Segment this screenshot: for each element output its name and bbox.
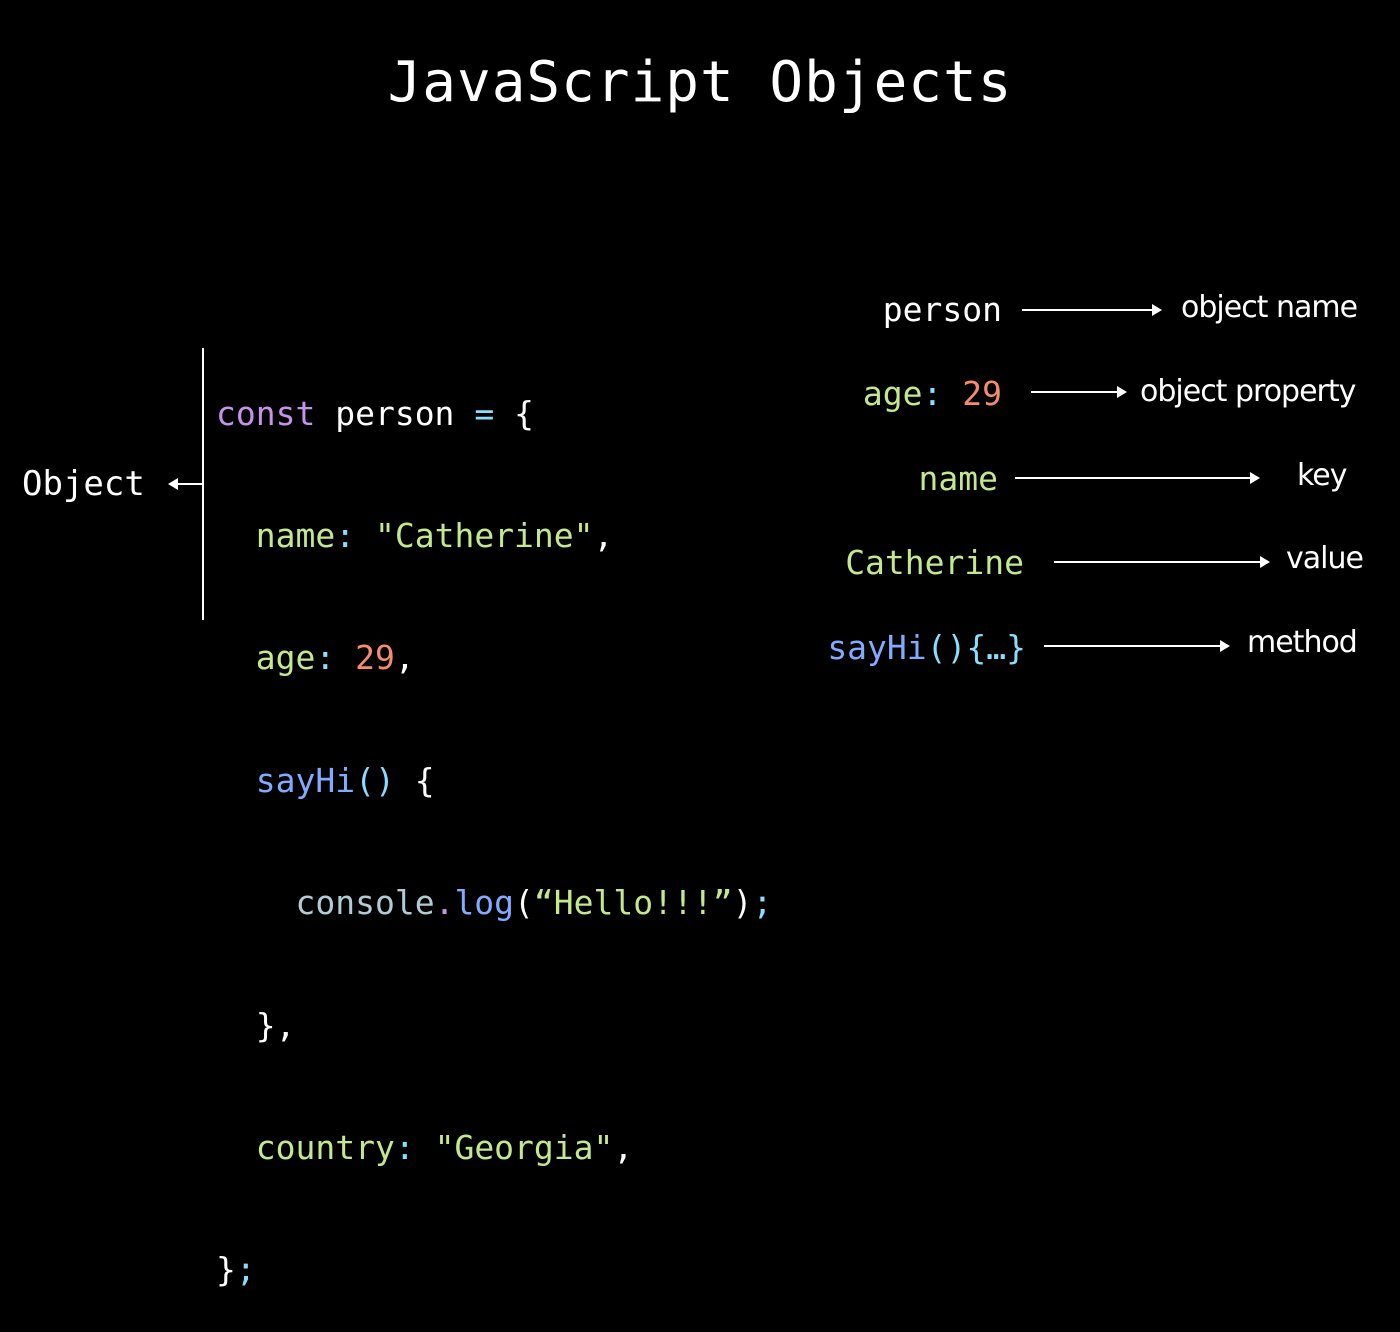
- string-value: "Catherine": [374, 515, 594, 555]
- legend-term-age: age: 29: [863, 372, 1002, 416]
- property-key: age: [255, 638, 316, 678]
- object-bracket: [202, 348, 204, 620]
- code-line-6: },: [216, 1006, 772, 1047]
- left-arrow-icon: [168, 478, 202, 490]
- code-block: const person = { name: "Catherine", age:…: [216, 312, 772, 1332]
- object-label: Object: [22, 464, 145, 504]
- legend-term-person: person: [882, 290, 1002, 329]
- code-line-4: sayHi() {: [216, 761, 772, 802]
- legend-term-catherine: Catherine: [845, 543, 1024, 582]
- right-arrow-icon: [1054, 556, 1270, 568]
- number-value: 29: [355, 638, 395, 678]
- keyword-const: const: [216, 393, 316, 433]
- code-line-2: name: "Catherine",: [216, 516, 772, 557]
- semicolon: ;: [752, 883, 773, 923]
- close-brace-comma: },: [255, 1005, 296, 1045]
- legend-desc-key: key: [1297, 458, 1348, 493]
- colon: :: [335, 515, 356, 555]
- code-line-3: age: 29,: [216, 638, 772, 679]
- method-parens: (): [355, 760, 395, 800]
- legend-method-name: sayHi: [827, 628, 927, 667]
- legend-term-name: name: [918, 459, 998, 498]
- close-paren: ): [732, 883, 753, 923]
- right-arrow-icon: [1031, 386, 1127, 398]
- close-brace: }: [216, 1250, 236, 1290]
- open-brace: {: [414, 760, 435, 800]
- page-title: JavaScript Objects: [387, 50, 1013, 115]
- comma: ,: [593, 515, 614, 555]
- console-object: console: [295, 883, 435, 923]
- right-arrow-icon: [1022, 304, 1162, 316]
- method-name: sayHi: [255, 760, 356, 800]
- log-method: log: [454, 883, 515, 923]
- legend-age-value: 29: [962, 374, 1002, 413]
- assign-operator: =: [474, 393, 495, 433]
- property-key: name: [255, 515, 336, 555]
- colon: :: [315, 638, 336, 678]
- open-paren: (: [514, 883, 534, 923]
- dot-operator: .: [434, 883, 455, 923]
- variable-name: person: [335, 393, 455, 433]
- legend-desc-object-name: object name: [1181, 290, 1358, 325]
- string-value: "Georgia": [434, 1127, 614, 1167]
- code-line-7: country: "Georgia",: [216, 1128, 772, 1169]
- code-line-1: const person = {: [216, 394, 772, 435]
- code-line-8: };: [216, 1250, 772, 1291]
- comma: ,: [394, 638, 415, 678]
- string-argument: “Hello!!!”: [533, 883, 733, 923]
- legend-desc-method: method: [1247, 625, 1358, 660]
- code-line-5: console.log(“Hello!!!”);: [216, 883, 772, 924]
- right-arrow-icon: [1044, 640, 1230, 652]
- legend-desc-value: value: [1286, 541, 1364, 576]
- open-brace: {: [514, 393, 534, 433]
- legend-age-key: age: [862, 374, 923, 413]
- legend-desc-object-property: object property: [1140, 374, 1356, 409]
- colon: :: [394, 1127, 415, 1167]
- legend-age-colon: :: [922, 374, 943, 413]
- property-key: country: [255, 1127, 395, 1167]
- comma: ,: [613, 1127, 634, 1167]
- legend-term-method: sayHi(){…}: [827, 626, 1026, 670]
- legend-method-parens: (){…}: [926, 628, 1026, 667]
- right-arrow-icon: [1015, 472, 1260, 484]
- semicolon: ;: [235, 1250, 256, 1290]
